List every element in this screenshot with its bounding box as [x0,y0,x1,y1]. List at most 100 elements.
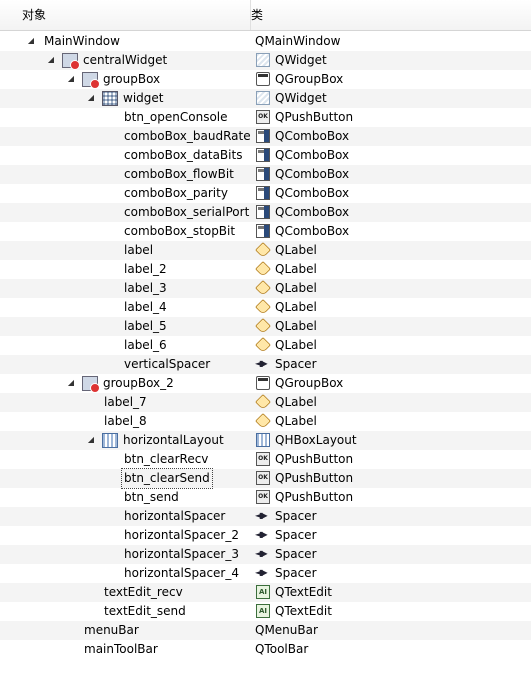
object-name: centralWidget [83,53,168,67]
tree-row[interactable]: verticalSpacer Spacer [0,355,531,374]
class-name: QComboBox [275,224,350,238]
object-name: label_2 [124,262,167,276]
tree-row[interactable]: horizontalSpacer_2 Spacer [0,526,531,545]
textedit-icon: AI [256,604,270,618]
tree-row[interactable]: comboBox_flowBit QComboBox [0,165,531,184]
tree-row[interactable]: btn_send OK QPushButton [0,488,531,507]
tree-row[interactable]: ◢ groupBox QGroupBox [0,70,531,89]
tree-row[interactable]: comboBox_parity QComboBox [0,184,531,203]
object-name: comboBox_flowBit [124,167,234,181]
class-name: QLabel [275,395,317,409]
object-name: menuBar [84,623,139,637]
combobox-icon [256,186,270,200]
expand-arrow-icon[interactable]: ◢ [86,434,96,446]
tree-row[interactable]: label_5 QLabel [0,317,531,336]
combobox-icon [256,167,270,181]
tree-row[interactable]: horizontalSpacer_4 Spacer [0,564,531,583]
groupbox-icon [256,72,270,86]
class-name: QGroupBox [275,376,344,390]
class-name: QPushButton [275,490,354,504]
container-widget-icon [82,72,100,89]
tree-row[interactable]: comboBox_stopBit QComboBox [0,222,531,241]
tree-row[interactable]: mainToolBar QToolBar [0,640,531,659]
expand-arrow-icon[interactable]: ◢ [46,54,56,66]
class-name: QHBoxLayout [275,433,357,447]
label-icon [255,261,271,277]
class-name: QMenuBar [255,623,318,637]
class-name: QLabel [275,262,317,276]
tree-header: 对象 类 [0,0,531,31]
object-name: MainWindow [44,34,120,48]
class-name: Spacer [275,547,317,561]
pushbutton-icon: OK [256,110,270,124]
combobox-icon [256,129,270,143]
object-name: btn_clearSend [121,468,213,489]
object-name: horizontalSpacer [124,509,226,523]
class-name: QMainWindow [255,34,341,48]
label-icon [255,337,271,353]
class-name: QLabel [275,243,317,257]
tree-row[interactable]: horizontalSpacer Spacer [0,507,531,526]
pushbutton-icon: OK [256,471,270,485]
class-name: QLabel [275,319,317,333]
object-name: comboBox_baudRate [124,129,251,143]
expand-arrow-icon[interactable]: ◢ [86,92,96,104]
label-icon [255,242,271,258]
tree-row[interactable]: label_3 QLabel [0,279,531,298]
class-name: QPushButton [275,452,354,466]
class-name: Spacer [275,528,317,542]
tree-row[interactable]: btn_openConsole OK QPushButton [0,108,531,127]
tree-row[interactable]: label QLabel [0,241,531,260]
class-name: QComboBox [275,205,350,219]
class-name: Spacer [275,566,317,580]
label-icon [255,413,271,429]
tree-row[interactable]: ◢ widget QWidget [0,89,531,108]
object-name: label_4 [124,300,167,314]
expand-arrow-icon[interactable]: ◢ [66,73,76,85]
tree-row[interactable]: label_7 QLabel [0,393,531,412]
container-widget-icon [82,376,100,393]
tree-row[interactable]: label_2 QLabel [0,260,531,279]
class-name: QPushButton [275,471,354,485]
label-icon [255,318,271,334]
class-name: QComboBox [275,167,350,181]
expand-arrow-icon[interactable]: ◢ [26,35,36,47]
tree-row[interactable]: btn_clearSend OK QPushButton [0,468,531,489]
object-name: comboBox_stopBit [124,224,236,238]
tree-row[interactable]: textEdit_recv AI QTextEdit [0,583,531,602]
tree-row[interactable]: ◢ centralWidget QWidget [0,51,531,70]
tree-row[interactable]: comboBox_baudRate QComboBox [0,127,531,146]
label-icon [255,299,271,315]
class-name: QToolBar [255,642,309,656]
tree-row[interactable]: label_8 QLabel [0,412,531,431]
class-name: Spacer [275,509,317,523]
class-name: QLabel [275,300,317,314]
object-name: btn_openConsole [124,110,228,124]
column-header-class[interactable]: 类 [229,0,531,30]
object-name: horizontalLayout [123,433,224,447]
object-name: horizontalSpacer_4 [124,566,239,580]
tree-row[interactable]: label_4 QLabel [0,298,531,317]
object-name: label_8 [104,414,147,428]
class-name: QComboBox [275,186,350,200]
spacer-icon [255,528,270,542]
tree-row[interactable]: ◢ horizontalLayout QHBoxLayout [0,431,531,450]
tree-row[interactable]: horizontalSpacer_3 Spacer [0,545,531,564]
tree-row[interactable]: comboBox_dataBits QComboBox [0,146,531,165]
class-name: QWidget [275,91,327,105]
tree-row[interactable]: ◢ MainWindow QMainWindow [0,32,531,51]
label-icon [255,394,271,410]
object-name: horizontalSpacer_2 [124,528,239,542]
tree-row[interactable]: comboBox_serialPort QComboBox [0,203,531,222]
tree-row[interactable]: ◢ groupBox_2 QGroupBox [0,374,531,393]
tree-row[interactable]: menuBar QMenuBar [0,621,531,640]
tree-row[interactable]: textEdit_send AI QTextEdit [0,602,531,621]
expand-arrow-icon[interactable]: ◢ [66,377,76,389]
tree-row[interactable]: label_6 QLabel [0,336,531,355]
tree-row[interactable]: btn_clearRecv OK QPushButton [0,450,531,469]
spacer-icon [255,509,270,523]
class-name: QTextEdit [275,604,332,618]
column-header-object[interactable]: 对象 [0,0,251,30]
spacer-icon [255,566,270,580]
combobox-icon [256,224,270,238]
